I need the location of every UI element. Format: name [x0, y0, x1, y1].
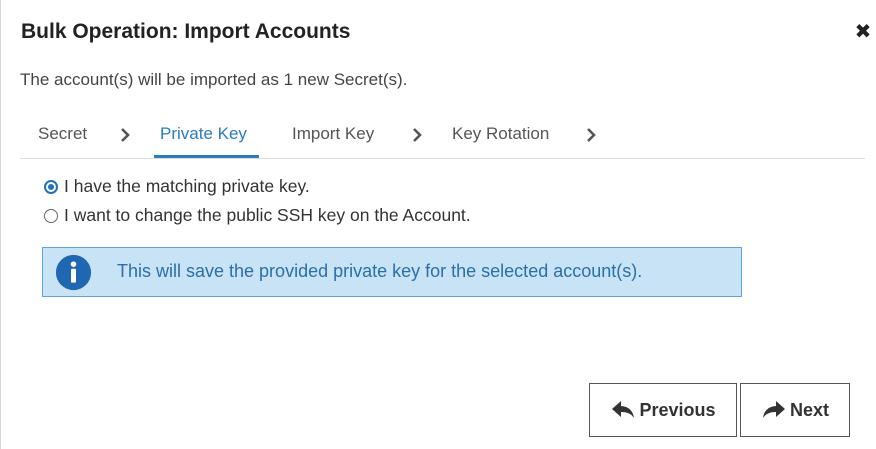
info-icon [55, 254, 92, 291]
dialog-subtitle: The account(s) will be imported as 1 new… [20, 70, 408, 89]
forward-arrow-icon [762, 401, 785, 418]
dialog-title: Bulk Operation: Import Accounts [21, 20, 351, 43]
option-change-public-key[interactable]: I want to change the public SSH key on t… [44, 205, 471, 226]
chevron-right-icon [121, 128, 130, 142]
option-label: I have the matching private key. [64, 176, 310, 196]
info-message: This will save the provided private key … [42, 247, 742, 297]
active-tab-indicator [154, 155, 259, 158]
previous-label: Previous [639, 399, 716, 420]
next-button[interactable]: Next [740, 383, 850, 437]
tab-private-key[interactable]: Private Key [160, 124, 247, 144]
chevron-right-icon [413, 128, 422, 142]
info-text: This will save the provided private key … [117, 261, 643, 281]
tab-secret[interactable]: Secret [38, 124, 87, 144]
chevron-right-icon [587, 128, 596, 142]
tab-key-rotation[interactable]: Key Rotation [452, 124, 549, 144]
import-accounts-dialog: Bulk Operation: Import Accounts ✖ The ac… [0, 0, 876, 449]
close-icon[interactable]: ✖ [853, 22, 873, 42]
tab-import-key[interactable]: Import Key [292, 124, 374, 144]
radio-checked[interactable] [44, 179, 58, 194]
reply-arrow-icon [612, 401, 635, 418]
radio-unchecked[interactable] [44, 208, 58, 223]
previous-button[interactable]: Previous [589, 383, 737, 437]
next-label: Next [789, 399, 829, 420]
wizard-steps: Secret Private Key Import Key Key Rotati… [20, 114, 865, 159]
option-have-private-key[interactable]: I have the matching private key. [44, 176, 310, 197]
option-label: I want to change the public SSH key on t… [64, 205, 471, 225]
